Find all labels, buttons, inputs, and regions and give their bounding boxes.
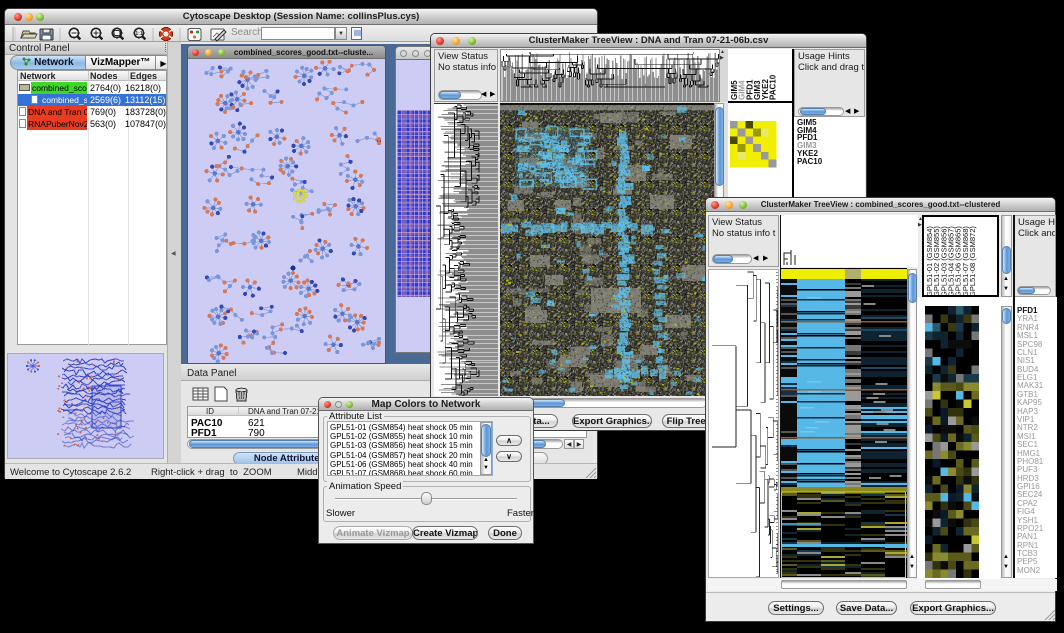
svg-text:1:1: 1:1: [135, 31, 142, 37]
svg-text:PAC10: PAC10: [769, 74, 778, 100]
svg-text:GPL51-08 (GSM872): GPL51-08 (GSM872): [968, 226, 977, 297]
